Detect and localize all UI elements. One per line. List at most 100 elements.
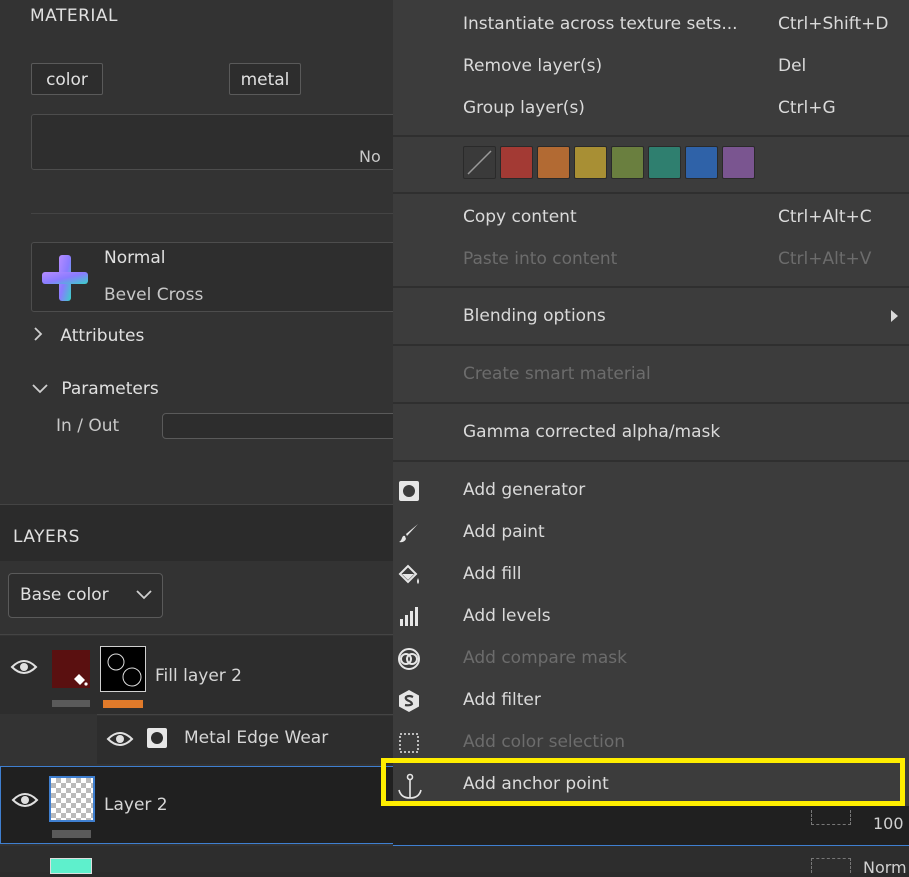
menu-separator [393,460,909,462]
attributes-toggle[interactable]: Attributes [33,326,144,346]
menu-item-label: Add fill [463,564,522,584]
material-chip-color[interactable]: color [31,63,103,95]
menu-item-create-smart-material: Create smart material [393,354,909,396]
menu-item-add-fill[interactable]: Add fill [393,554,909,596]
effect-name: Metal Edge Wear [184,728,329,748]
menu-separator [393,192,909,194]
eye-icon[interactable] [106,730,134,753]
menu-item-shortcut: Del [778,56,807,76]
in-out-slider[interactable] [162,413,402,439]
menu-item-label: Remove layer(s) [463,56,603,76]
menu-item-shortcut: Ctrl+G [778,98,836,118]
menu-item-gamma-corrected[interactable]: Gamma corrected alpha/mask [393,412,909,454]
layer-context-menu: Instantiate across texture sets... Ctrl+… [393,0,909,806]
menu-item-label: Paste into content [463,249,618,269]
channel-select[interactable]: Base color [8,573,163,618]
menu-item-label: Add filter [463,690,541,710]
menu-item-label: Copy content [463,207,577,227]
material-preview-box[interactable]: No [31,114,401,170]
fill-bucket-icon [72,672,88,692]
layer-row-layer-2-extension: 100 [393,806,909,846]
material-section-title: MATERIAL [30,6,119,26]
brush-icon [397,521,421,545]
layers-section-title: LAYERS [13,527,80,547]
menu-item-label: Instantiate across texture sets... [463,14,738,34]
menu-item-label: Add levels [463,606,551,626]
effect-row-metal-edge-wear[interactable]: Metal Edge Wear [97,716,395,764]
properties-panel: MATERIAL color metal No Normal Bevel Cro… [0,0,402,874]
menu-item-label: Add color selection [463,732,625,752]
menu-item-add-filter[interactable]: Add filter [393,680,909,722]
menu-item-label: Group layer(s) [463,98,585,118]
menu-item-blending-options[interactable]: Blending options [393,296,909,338]
menu-item-shortcut: Ctrl+Shift+D [778,14,889,34]
generator-icon [397,479,421,503]
chevron-right-icon [33,326,47,346]
bevel-cross-thumbnail-icon [38,251,92,305]
color-selection-icon [397,731,421,755]
layer-row-layer-2[interactable]: Layer 2 [0,766,395,844]
submenu-arrow-icon [890,308,899,328]
material-chip-metal[interactable]: metal [229,63,301,95]
preset-mode-label: Normal [104,248,166,268]
menu-item-shortcut: Ctrl+Alt+V [778,249,872,269]
layer-row-next-extension: Norm [393,846,909,877]
eye-icon[interactable] [11,791,39,814]
parameters-label: Parameters [61,379,159,399]
color-swatch[interactable] [537,146,570,179]
layer-row-fill-layer-2[interactable]: Fill layer 2 [0,636,395,714]
in-out-label: In / Out [56,416,120,436]
chevron-down-icon [136,574,152,617]
menu-item-add-generator[interactable]: Add generator [393,470,909,512]
layers-divider [0,634,395,635]
layers-header: LAYERS [0,504,395,561]
color-swatch[interactable] [611,146,644,179]
menu-separator [393,344,909,346]
opacity-field-outline [811,810,851,825]
layer-name: Layer 2 [104,795,168,815]
fill-color-thumbnail[interactable] [52,650,90,688]
mask-thumbnail[interactable] [100,646,146,692]
layer-blend-mode[interactable]: Norm [863,858,907,877]
blend-field-outline [811,858,851,873]
filter-icon [397,689,421,713]
preset-name-label: Bevel Cross [104,285,204,305]
fill-thumbnail-bar [52,700,90,707]
layer-opacity[interactable]: 100 [873,814,904,833]
sublayer-divider [97,714,395,715]
material-box-label: No [359,147,381,166]
color-swatch[interactable] [500,146,533,179]
highlight-box [381,758,905,806]
eye-icon[interactable] [10,658,38,681]
menu-item-label: Add compare mask [463,648,627,668]
layer-thumbnail-bar [52,830,91,838]
menu-item-paste-into-content: Paste into content Ctrl+Alt+V [393,239,909,281]
menu-separator [393,135,909,137]
color-swatch[interactable] [574,146,607,179]
menu-item-label: Add paint [463,522,545,542]
menu-item-instantiate[interactable]: Instantiate across texture sets... Ctrl+… [393,4,909,46]
menu-item-add-paint[interactable]: Add paint [393,512,909,554]
menu-item-label: Blending options [463,306,606,326]
parameters-toggle[interactable]: Parameters [32,379,159,399]
menu-item-label: Gamma corrected alpha/mask [463,422,721,442]
channel-select-value: Base color [20,585,109,605]
menu-item-label: Add generator [463,480,586,500]
chevron-down-icon [32,379,50,399]
color-swatch[interactable] [685,146,718,179]
layer-name: Fill layer 2 [155,666,242,686]
layer-thumbnail[interactable] [49,776,95,822]
color-swatch[interactable] [722,146,755,179]
fill-bucket-icon [397,563,421,587]
layer-row-next[interactable] [0,846,395,874]
generator-icon [146,727,168,754]
preset-card[interactable]: Normal Bevel Cross [31,242,401,312]
menu-item-copy-content[interactable]: Copy content Ctrl+Alt+C [393,197,909,239]
compare-mask-icon [397,647,421,671]
color-swatch-none[interactable] [463,146,496,179]
menu-item-group-layers[interactable]: Group layer(s) Ctrl+G [393,88,909,130]
menu-item-remove-layers[interactable]: Remove layer(s) Del [393,46,909,88]
attributes-label: Attributes [60,326,145,346]
color-swatch[interactable] [648,146,681,179]
menu-item-add-levels[interactable]: Add levels [393,596,909,638]
